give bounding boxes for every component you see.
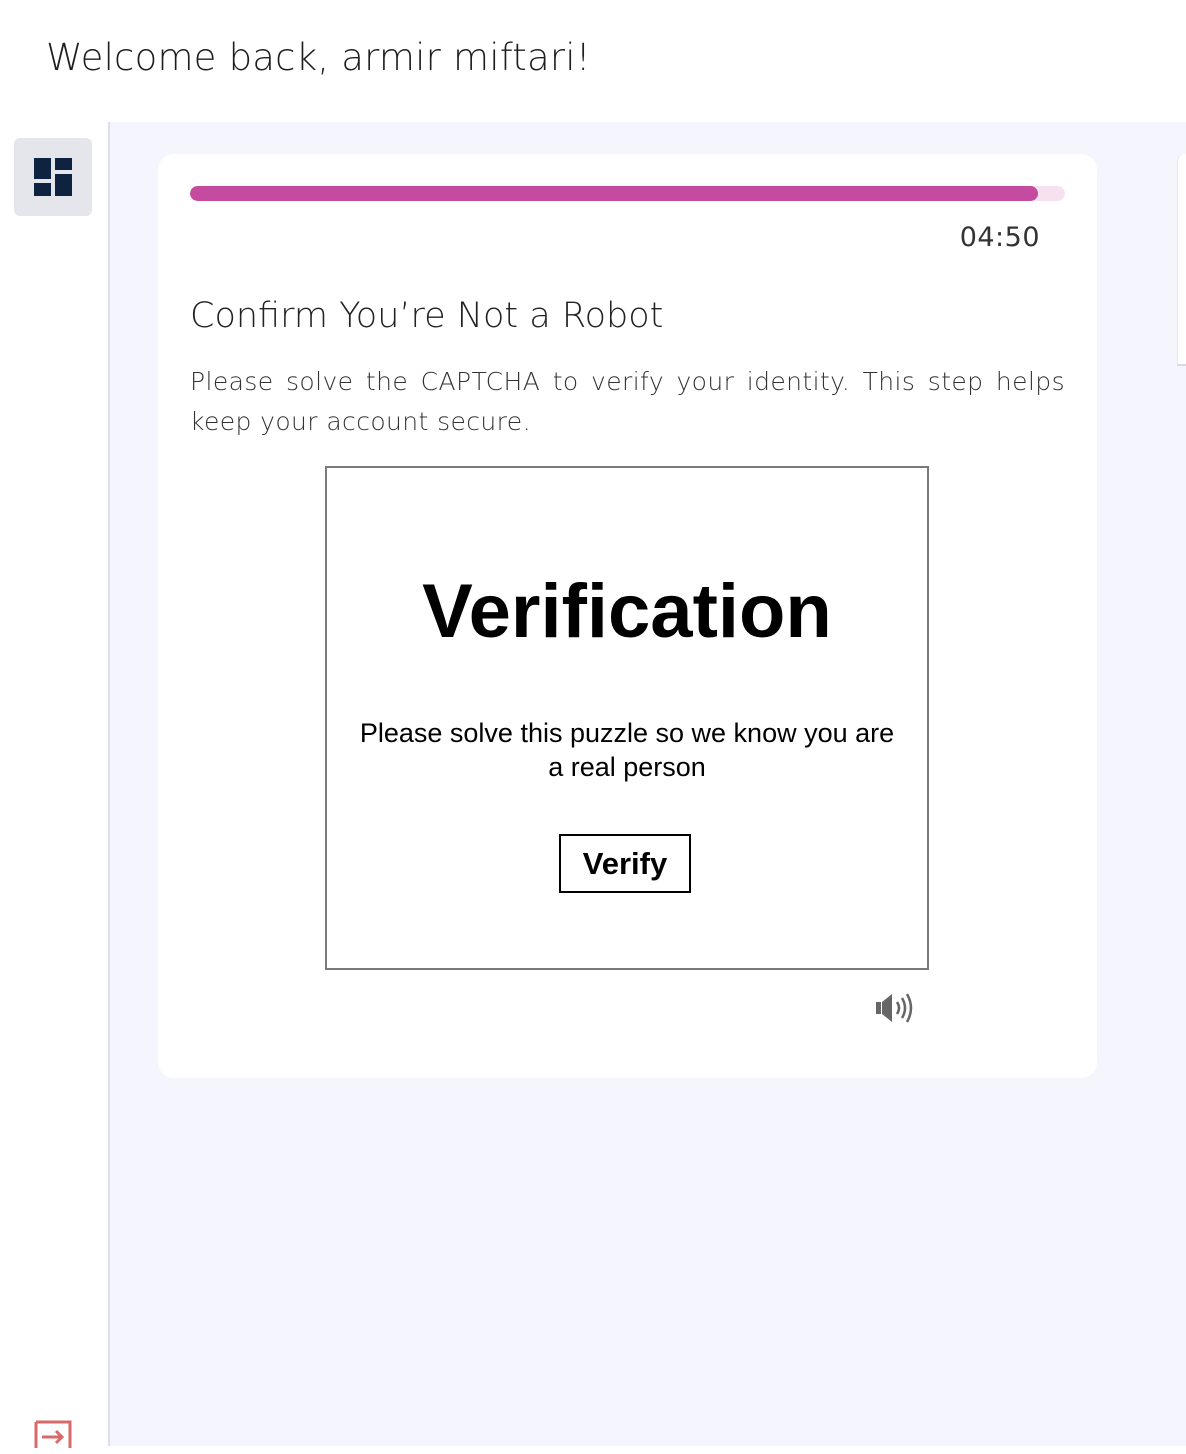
page-description: Please solve the CAPTCHA to verify your …	[190, 367, 1065, 436]
audio-challenge-button[interactable]	[874, 990, 916, 1026]
welcome-heading: Welcome back, armir miftari!	[46, 36, 591, 79]
verify-button[interactable]: Verify	[559, 834, 691, 893]
timer-progress-fill	[190, 186, 1038, 201]
main-content: 04:50 Confirm You’re Not a Robot Please …	[110, 122, 1186, 1446]
sidebar	[0, 122, 110, 1448]
captcha-card: 04:50 Confirm You’re Not a Robot Please …	[158, 154, 1097, 1078]
sidebar-item-dashboard[interactable]	[14, 138, 92, 216]
captcha-instructions: Please solve this puzzle so we know you …	[359, 718, 895, 782]
dashboard-icon	[34, 158, 72, 196]
timer-progress-bar	[190, 186, 1065, 201]
captcha-widget: Verification Please solve this puzzle so…	[325, 466, 929, 970]
countdown-timer: 04:50	[959, 222, 1040, 253]
captcha-heading: Verification	[422, 569, 832, 654]
page-title: Confirm You’re Not a Robot	[190, 296, 664, 336]
speaker-icon	[876, 993, 913, 1023]
side-panel-edge	[1177, 154, 1186, 366]
